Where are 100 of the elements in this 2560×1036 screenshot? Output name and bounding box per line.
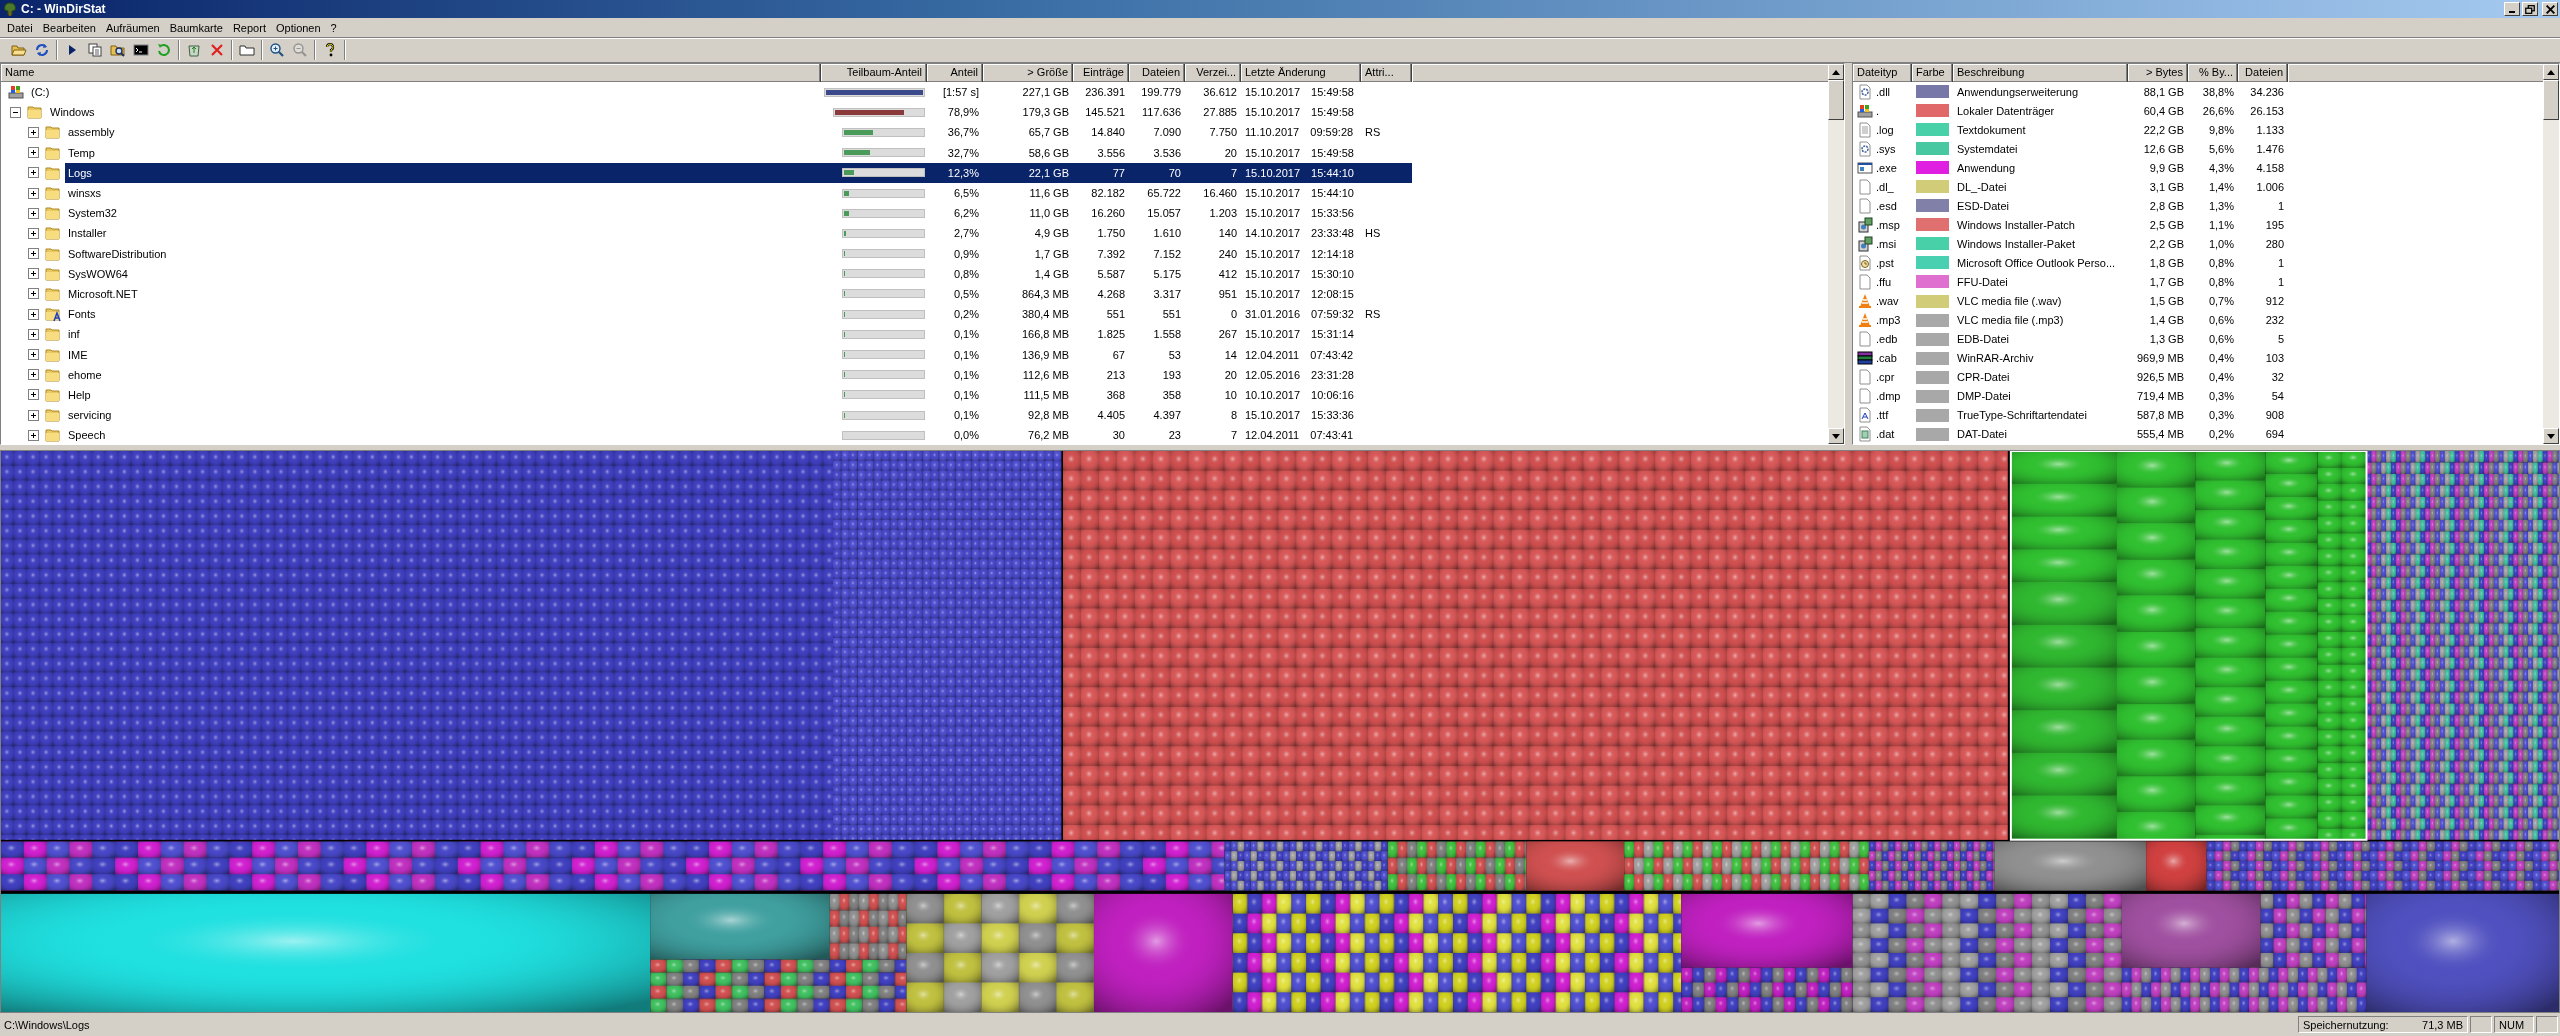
expand-icon[interactable] — [28, 126, 39, 138]
files-cell: 26.153 — [2250, 104, 2284, 117]
tree-item[interactable]: Fonts — [65, 304, 821, 325]
down-arrow-icon[interactable] — [2547, 433, 2555, 439]
folders-cell: 8 — [1230, 409, 1237, 422]
minimize-button[interactable] — [2504, 2, 2520, 16]
expand-icon[interactable] — [28, 207, 39, 219]
column-header[interactable]: Farbe — [1912, 64, 1953, 82]
tree-item[interactable]: SoftwareDistribution — [65, 243, 821, 264]
expand-icon[interactable] — [28, 349, 39, 361]
folder-icon — [45, 366, 61, 383]
expand-icon[interactable] — [28, 389, 39, 401]
tree-item[interactable]: inf — [65, 324, 821, 345]
files-cell: 23 — [1168, 429, 1181, 442]
column-header[interactable]: > Bytes — [2128, 64, 2188, 82]
tree-item[interactable]: ehome — [65, 364, 821, 385]
expand-icon[interactable] — [28, 429, 39, 441]
files-cell: 15.057 — [1147, 207, 1181, 220]
entries-cell: 7.392 — [1097, 247, 1125, 260]
expand-icon[interactable] — [28, 308, 39, 320]
expand-icon[interactable] — [28, 147, 39, 159]
expand-icon[interactable] — [28, 328, 39, 340]
column-header[interactable]: Beschreibung — [1953, 64, 2128, 82]
expand-icon[interactable] — [28, 268, 39, 280]
expand-icon[interactable] — [28, 248, 39, 260]
tree-item[interactable]: servicing — [65, 405, 821, 426]
column-header[interactable]: Letzte Änderung — [1241, 64, 1361, 82]
column-header[interactable]: Verzei... — [1185, 64, 1241, 82]
folders-cell: 1.203 — [1209, 207, 1237, 220]
tree-item[interactable]: IME — [65, 344, 821, 365]
extension-cell: .ffu — [1876, 276, 1892, 288]
status-path: C:\Windows\Logs — [3, 1018, 91, 1031]
column-header[interactable]: Dateien — [2238, 64, 2288, 82]
column-header[interactable]: Anteil — [927, 64, 983, 82]
description-cell: DMP-Datei — [1957, 390, 2011, 403]
up-arrow-icon[interactable] — [1832, 69, 1840, 75]
expand-icon[interactable] — [28, 227, 39, 239]
folder-icon — [45, 407, 61, 424]
tree-item[interactable]: System32 — [65, 203, 821, 224]
size-cell: 92,8 MB — [1028, 409, 1069, 422]
column-header[interactable]: Dateityp — [1853, 64, 1912, 82]
scrollbar-thumb[interactable] — [2543, 80, 2559, 120]
folder-magnifier-icon — [109, 42, 126, 58]
collapse-icon[interactable] — [10, 106, 21, 118]
share-cell: 0,8% — [953, 267, 979, 280]
extension-cell: .dl_ — [1876, 180, 1894, 193]
entries-cell: 4.405 — [1097, 409, 1125, 422]
size-cell: 179,3 GB — [1022, 106, 1069, 119]
expand-icon[interactable] — [28, 409, 39, 421]
menu-item[interactable]: Report — [227, 21, 271, 34]
menu-item[interactable]: Baumkarte — [164, 21, 228, 34]
tree-item[interactable]: Temp — [65, 142, 821, 163]
entries-cell: 145.521 — [1085, 106, 1125, 119]
files-cell: 5 — [2277, 333, 2284, 346]
tree-item[interactable]: winsxs — [65, 182, 821, 204]
refresh-icon — [155, 42, 172, 58]
column-header[interactable]: % By... — [2188, 64, 2238, 82]
menu-item[interactable]: Datei — [2, 21, 38, 34]
close-button[interactable] — [2542, 2, 2558, 16]
column-header[interactable]: Einträge — [1073, 64, 1129, 82]
expand-icon[interactable] — [28, 187, 39, 199]
treemap-drawing[interactable] — [1, 451, 2559, 1012]
expand-icon[interactable] — [28, 288, 39, 300]
tree-item[interactable]: Installer — [65, 223, 821, 244]
menu-item[interactable]: ? — [325, 21, 342, 34]
column-header[interactable]: > Größe — [983, 64, 1073, 82]
column-header[interactable]: Name — [1, 64, 821, 82]
size-cell: 65,7 GB — [1028, 126, 1069, 139]
tree-item[interactable]: Logs — [65, 162, 821, 183]
expand-icon[interactable] — [28, 167, 39, 179]
column-header[interactable]: Attri... — [1361, 64, 1412, 82]
tree-item[interactable]: assembly — [65, 122, 821, 143]
tree-item[interactable]: (C:) — [28, 82, 821, 103]
share-cell: [1:57 s] — [942, 86, 979, 99]
menu-item[interactable]: Aufräumen — [100, 21, 165, 34]
expand-icon[interactable] — [28, 369, 39, 381]
share-cell: 32,7% — [947, 146, 979, 159]
tree-item[interactable]: Speech — [65, 425, 821, 444]
tree-item[interactable]: SysWOW64 — [65, 263, 821, 284]
memory-usage-value: 71,3 MB — [2422, 1018, 2463, 1031]
tree-item[interactable]: Microsoft.NET — [65, 283, 821, 305]
description-cell: WinRAR-Archiv — [1957, 352, 2034, 365]
up-arrow-icon[interactable] — [2547, 69, 2555, 75]
restore-button[interactable] — [2522, 2, 2538, 16]
entries-cell: 4.268 — [1097, 287, 1125, 300]
selected-row-highlight[interactable]: Logs 12,3% 22,1 GB 77 70 7 15.10.2017 15:44:10 — [65, 162, 1412, 183]
zoom-in-icon — [268, 42, 285, 58]
files-cell: 4.158 — [2256, 161, 2284, 174]
menu-item[interactable]: Optionen — [270, 21, 326, 34]
scrollbar-thumb[interactable] — [1828, 80, 1844, 120]
tree-item[interactable]: Windows — [47, 102, 821, 123]
folders-cell: 7 — [1230, 429, 1237, 442]
scrollbar[interactable] — [1828, 64, 1844, 444]
scrollbar[interactable] — [2543, 64, 2559, 444]
down-arrow-icon[interactable] — [1832, 433, 1840, 439]
menu-item[interactable]: Bearbeiten — [37, 21, 101, 34]
column-header[interactable]: Teilbaum-Anteil — [821, 64, 927, 82]
files-cell: 3.317 — [1153, 287, 1181, 300]
tree-item[interactable]: Help — [65, 384, 821, 405]
column-header[interactable]: Dateien — [1129, 64, 1185, 82]
